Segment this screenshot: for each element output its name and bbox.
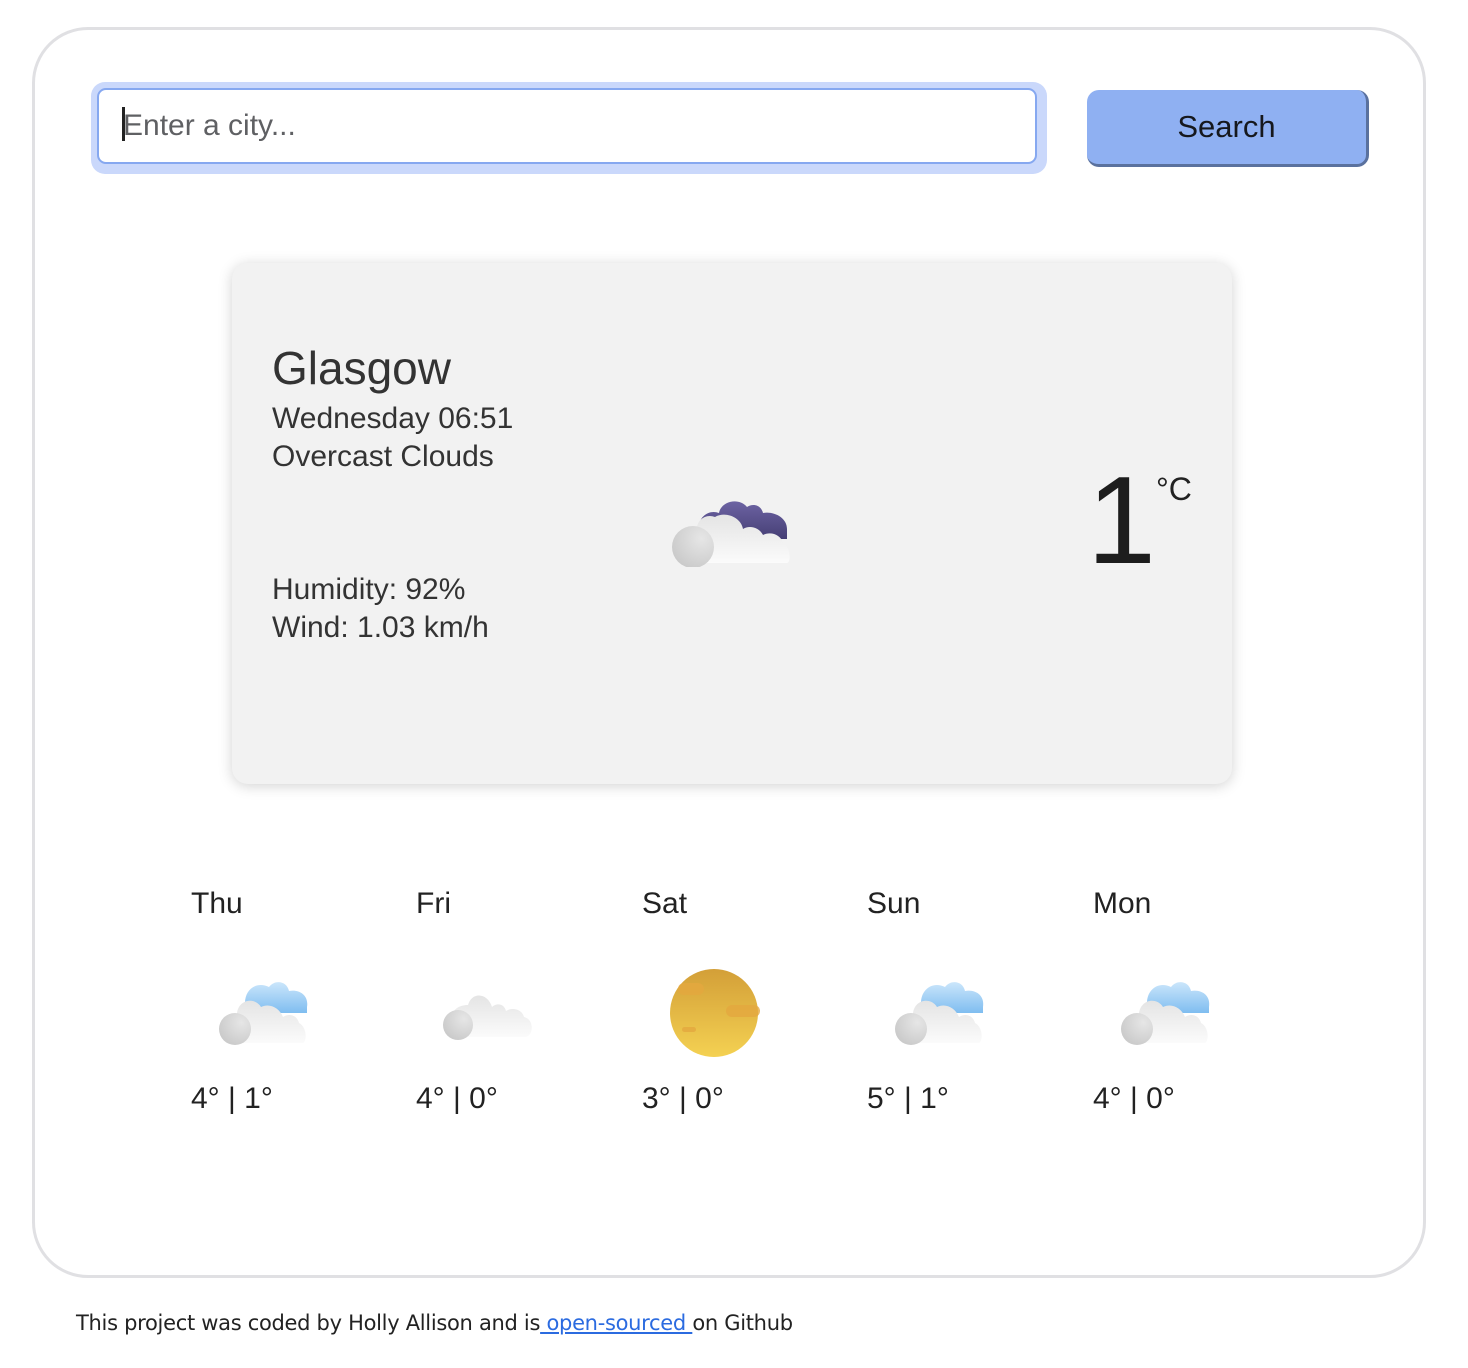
search-button[interactable]: Search	[1087, 90, 1369, 167]
forecast-day-name: Mon	[1093, 887, 1152, 920]
search-form: Search	[35, 30, 1423, 230]
forecast-day-name: Fri	[416, 887, 451, 920]
search-input-focus-ring	[91, 82, 1047, 174]
forecast-day-name: Sun	[867, 887, 921, 920]
footer-text: This project was coded by Holly Allison …	[76, 1311, 541, 1335]
partly-cloudy-icon	[893, 967, 985, 1057]
forecast-day-name: Sat	[642, 887, 688, 920]
partly-cloudy-icon	[217, 967, 309, 1057]
current-temperature: 1	[1087, 452, 1156, 590]
forecast-day: Fri 4° | 0°	[416, 885, 616, 1125]
city-name: Glasgow	[272, 342, 451, 394]
cloud-icon	[442, 967, 534, 1057]
forecast-temps: 3° | 0°	[642, 1082, 724, 1115]
forecast-day: Thu 4° | 1°	[191, 885, 391, 1125]
forecast-temps: 4° | 1°	[191, 1082, 273, 1115]
partly-cloudy-icon	[1119, 967, 1211, 1057]
text-caret	[122, 107, 125, 141]
weather-description: Overcast Clouds	[272, 440, 494, 473]
forecast-temps: 4° | 0°	[1093, 1082, 1175, 1115]
forecast-list: Thu 4° | 1° Fri 4° | 0° Sat 3° | 0° Sun …	[191, 885, 1321, 1125]
forecast-day: Mon 4° | 0°	[1093, 885, 1293, 1125]
forecast-day: Sat 3° | 0°	[642, 885, 842, 1125]
weather-app-container: Search Glasgow Wednesday 06:51 Overcast …	[32, 27, 1426, 1278]
open-source-link[interactable]: open-sourced	[540, 1311, 692, 1335]
wind-value: Wind: 1.03 km/h	[272, 611, 489, 644]
forecast-temps: 5° | 1°	[867, 1082, 949, 1115]
current-datetime: Wednesday 06:51	[272, 402, 514, 435]
humidity-value: Humidity: 92%	[272, 573, 466, 606]
forecast-temps: 4° | 0°	[416, 1082, 498, 1115]
overcast-clouds-icon	[669, 483, 795, 568]
current-weather-card: Glasgow Wednesday 06:51 Overcast Clouds …	[232, 263, 1232, 784]
forecast-day-name: Thu	[191, 887, 243, 920]
footer: This project was coded by Holly Allison …	[76, 1311, 793, 1335]
forecast-day: Sun 5° | 1°	[867, 885, 1067, 1125]
city-search-input[interactable]	[97, 88, 1037, 164]
temperature-unit: °C	[1156, 471, 1192, 507]
sun-icon	[668, 967, 760, 1057]
footer-suffix: on Github	[692, 1311, 793, 1335]
